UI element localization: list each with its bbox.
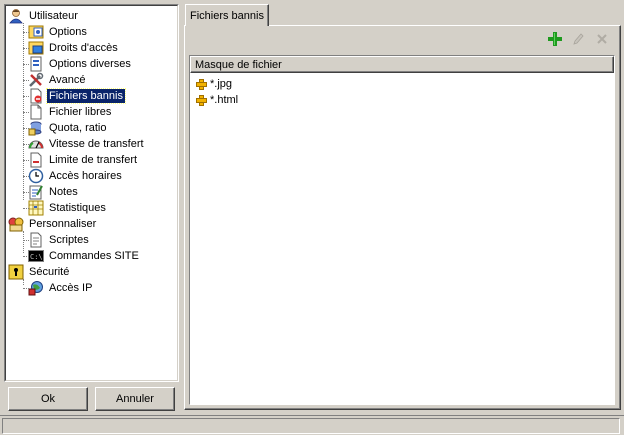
tree-item-label: Sécurité	[29, 266, 70, 278]
tree-item-notes[interactable]: Notes	[28, 184, 80, 200]
status-bar	[0, 415, 624, 435]
tree-item-label: Accès horaires	[49, 170, 122, 182]
plus-icon	[196, 78, 207, 90]
tree-item-label: Commandes SITE	[49, 250, 139, 262]
tree-item-label: Notes	[49, 186, 78, 198]
tree-item-fichiers-bannis[interactable]: Fichiers bannis	[28, 88, 126, 104]
tree-connector	[23, 48, 29, 49]
tree-connector	[23, 128, 29, 129]
tree-item-options[interactable]: Options	[28, 24, 89, 40]
plus-icon[interactable]	[547, 31, 563, 47]
tree-connector	[23, 288, 29, 289]
list-item-label: *.html	[210, 94, 239, 106]
list-item[interactable]: *.html	[196, 92, 238, 108]
speed-gauge-icon	[28, 136, 44, 152]
tree-connector	[23, 208, 29, 209]
tree-connector	[23, 176, 29, 177]
tree-item-scriptes[interactable]: Scriptes	[28, 232, 91, 248]
tools-icon	[28, 72, 44, 88]
tree-item-personnaliser[interactable]: Personnaliser	[8, 216, 98, 232]
options-icon	[28, 24, 44, 40]
tree-item-fichier-libres[interactable]: Fichier libres	[28, 104, 113, 120]
banned-files-list[interactable]: Masque de fichier *.jpg *.html	[189, 55, 615, 405]
tab-fichiers-bannis[interactable]: Fichiers bannis	[185, 4, 269, 26]
tree-connector	[23, 160, 29, 161]
tree-item-label: Avancé	[49, 74, 86, 86]
tree-connector	[23, 112, 29, 113]
tree-item-label: Options	[49, 26, 87, 38]
tree-item-securite[interactable]: Sécurité	[8, 264, 71, 280]
cancel-button-label: Annuler	[116, 393, 154, 405]
tree-item-label: Scriptes	[49, 234, 89, 246]
tree-item-acces-horaires[interactable]: Accès horaires	[28, 168, 124, 184]
quota-icon	[28, 120, 44, 136]
list-item-label: *.jpg	[210, 78, 233, 90]
tree-item-label: Accès IP	[49, 282, 93, 294]
scripts-icon	[28, 232, 44, 248]
ok-button[interactable]: Ok	[8, 387, 88, 411]
tree-item-quota-ratio[interactable]: Quota, ratio	[28, 120, 108, 136]
tree-item-label: Droits d'accès	[49, 42, 118, 54]
tree-item-statistiques[interactable]: Statistiques	[28, 200, 108, 216]
misc-options-icon	[28, 56, 44, 72]
status-bar-cell	[2, 418, 620, 434]
notes-icon	[28, 184, 44, 200]
tree-item-limite-de-transfert[interactable]: Limite de transfert	[28, 152, 139, 168]
plus-icon	[196, 94, 207, 106]
tree-item-label: Vitesse de transfert	[49, 138, 144, 150]
console-icon: C:\	[28, 248, 44, 264]
tree-item-label: Limite de transfert	[49, 154, 138, 166]
tree-item-label: Personnaliser	[29, 218, 97, 230]
access-rights-icon	[28, 40, 44, 56]
settings-tree[interactable]: Utilisateur Options Droits d'accès Options …	[4, 4, 179, 382]
tree-item-acces-ip[interactable]: Accès IP	[28, 280, 94, 296]
list-container: Masque de fichier *.jpg *.html	[190, 56, 614, 404]
svg-text:C:\: C:\	[30, 253, 43, 261]
tree-connector	[23, 256, 29, 257]
column-header-masque[interactable]: Masque de fichier	[190, 56, 614, 73]
tree-item-label: Options diverses	[49, 58, 131, 70]
tree-connector	[23, 80, 29, 81]
tab-label: Fichiers bannis	[190, 9, 264, 22]
list-item[interactable]: *.jpg	[196, 76, 232, 92]
tree-item-droits-d-acces[interactable]: Droits d'accès	[28, 40, 120, 56]
free-file-icon	[28, 104, 44, 120]
tree-connector	[23, 32, 29, 33]
user-icon	[8, 8, 24, 24]
ok-button-label: Ok	[40, 393, 56, 405]
statistics-icon	[28, 200, 44, 216]
tree-item-label: Utilisateur	[29, 10, 78, 22]
tree-connector	[23, 240, 29, 241]
tree-connector	[23, 64, 29, 65]
tree-connector	[23, 96, 29, 97]
pencil-icon[interactable]	[570, 31, 586, 47]
security-icon	[8, 264, 24, 280]
tree-container: Utilisateur Options Droits d'accès Options …	[5, 5, 178, 381]
transfer-limit-icon	[28, 152, 44, 168]
tree-connector	[23, 144, 29, 145]
tree-connector	[23, 192, 29, 193]
tree-item-label: Quota, ratio	[49, 122, 107, 134]
tree-item-label: Fichiers bannis	[46, 88, 126, 104]
tree-item-options-diverses[interactable]: Options diverses	[28, 56, 133, 72]
tree-item-commandes-site[interactable]: C:\ Commandes SITE	[28, 248, 141, 264]
customize-icon	[8, 216, 24, 232]
tree-item-vitesse-de-transfert[interactable]: Vitesse de transfert	[28, 136, 146, 152]
tree-item-utilisateur[interactable]: Utilisateur	[8, 8, 80, 24]
delete-icon[interactable]	[594, 31, 610, 47]
clock-icon	[28, 168, 44, 184]
ip-access-icon	[28, 280, 44, 296]
tree-connector	[23, 231, 24, 253]
cancel-button[interactable]: Annuler	[95, 387, 175, 411]
tree-item-avance[interactable]: Avancé	[28, 72, 88, 88]
column-header-label: Masque de fichier	[195, 58, 282, 71]
tree-item-label: Statistiques	[49, 202, 106, 214]
tree-item-label: Fichier libres	[49, 106, 112, 118]
banned-files-icon	[28, 88, 44, 104]
